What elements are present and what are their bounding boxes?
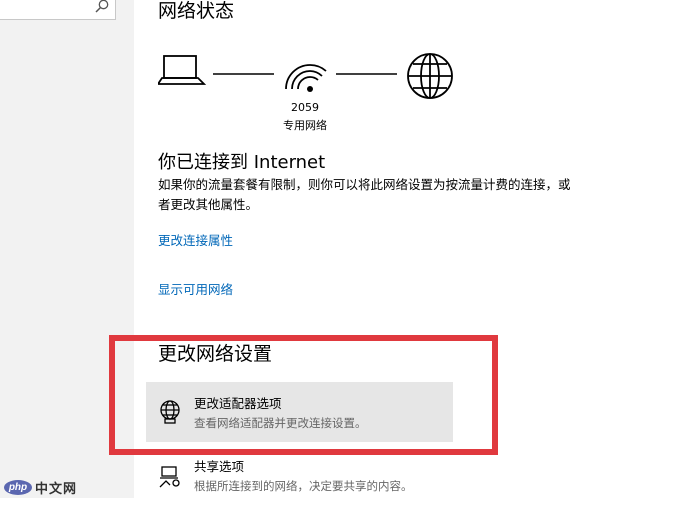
watermark-logo: php (4, 480, 32, 495)
show-available-networks-link[interactable]: 显示可用网络 (158, 279, 233, 298)
wifi-icon (285, 64, 327, 92)
globe-icon (407, 53, 453, 99)
search-icon[interactable] (94, 0, 110, 14)
sharing-option-subtitle: 根据所连接到的网络，决定要共享的内容。 (194, 479, 413, 493)
watermark-text: 中文网 (35, 481, 78, 496)
network-ssid: 2059 (291, 101, 319, 114)
sharing-option-title: 共享选项 (194, 459, 245, 474)
network-type: 专用网络 (283, 119, 327, 132)
change-connection-properties-link[interactable]: 更改连接属性 (158, 230, 233, 249)
connection-title: 你已连接到 Internet (158, 152, 326, 173)
sharing-option-text: 共享选项 根据所连接到的网络，决定要共享的内容。 (194, 456, 413, 494)
sharing-icon (159, 466, 180, 488)
search-input[interactable] (0, 0, 116, 20)
network-status-title: 网络状态 (158, 0, 235, 22)
red-highlight-annotation (109, 335, 498, 455)
watermark: php 中文网 (4, 478, 77, 497)
connection-description: 如果你的流量套餐有限制，则你可以将此网络设置为按流量计费的连接，或者更改其他属性… (158, 177, 571, 212)
laptop-icon (158, 55, 207, 85)
